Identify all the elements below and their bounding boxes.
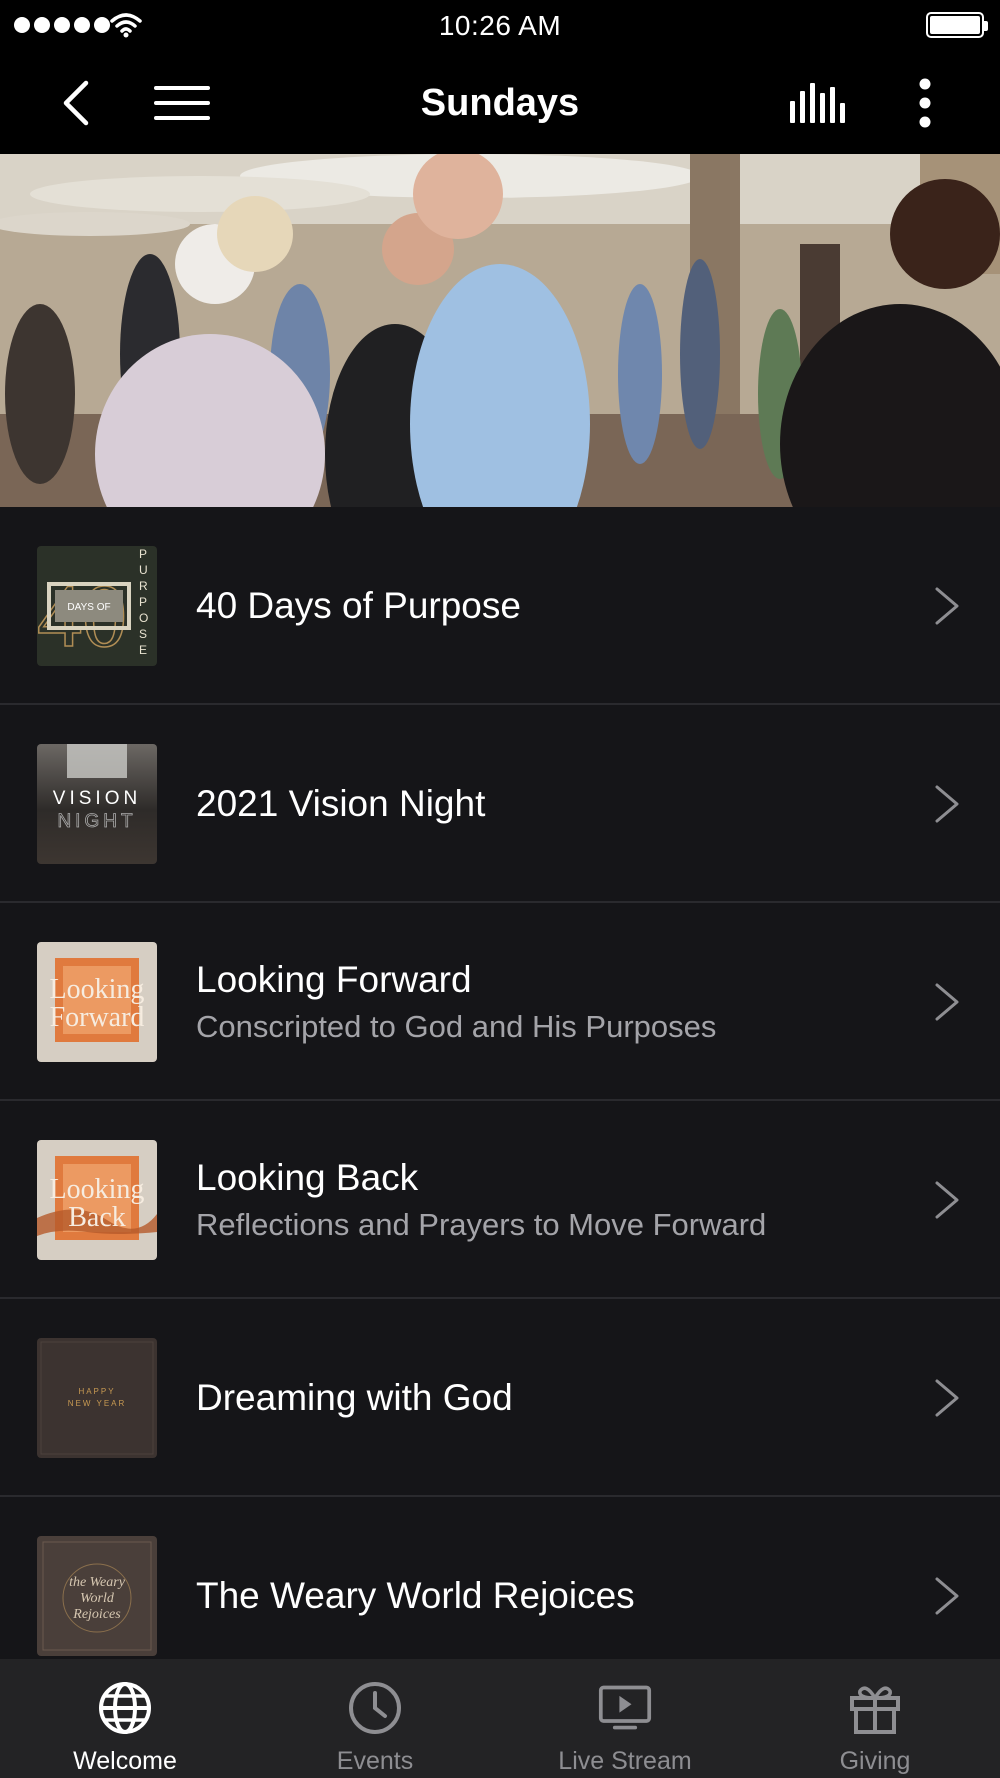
svg-text:Forward: Forward [50, 1002, 145, 1033]
hero-image [0, 154, 1000, 507]
battery-icon [926, 12, 988, 38]
list-item[interactable]: Looking Forward Looking Forward Conscrip… [0, 903, 1000, 1101]
list-item-title: 2021 Vision Night [196, 783, 486, 824]
svg-text:Looking: Looking [50, 1174, 145, 1205]
svg-text:DAYS OF: DAYS OF [67, 602, 110, 613]
series-thumbnail: Looking Back [37, 1140, 157, 1260]
vertical-ellipsis-icon [919, 78, 931, 128]
svg-text:Looking: Looking [50, 974, 145, 1005]
list-item-title: Looking Back [196, 1157, 419, 1198]
status-time: 10:26 AM [438, 10, 562, 41]
tab-giving[interactable]: Giving [750, 1659, 1000, 1778]
more-options-button[interactable] [890, 52, 960, 154]
tab-label: Live Stream [558, 1747, 692, 1775]
navigation-bar: Sundays [0, 52, 1000, 154]
series-thumbnail: the Weary World Rejoices [37, 1536, 157, 1656]
tab-label: Welcome [73, 1747, 177, 1775]
list-item-title: 40 Days of Purpose [196, 585, 521, 626]
chevron-right-icon [935, 1379, 959, 1417]
tab-label: Events [336, 1747, 414, 1775]
gift-icon [848, 1681, 902, 1735]
hero-photo [0, 154, 1000, 507]
back-button[interactable] [40, 52, 110, 154]
tab-bar: Welcome Events Live Stream Giving [0, 1659, 1000, 1778]
clock-icon [348, 1681, 402, 1735]
audio-bars-icon [790, 83, 845, 123]
list-item-title: Looking Forward [196, 959, 472, 1000]
series-thumbnail: HAPPY NEW YEAR [37, 1338, 157, 1458]
page-title: Sundays [420, 82, 580, 124]
list-item-title: The Weary World Rejoices [196, 1575, 635, 1616]
status-bar: 10:26 AM [0, 0, 1000, 52]
series-thumbnail: 40 DAYS OF PURPOSE [37, 546, 157, 666]
svg-text:Rejoices: Rejoices [72, 1607, 121, 1622]
tab-live-stream[interactable]: Live Stream [500, 1659, 750, 1778]
list-item-subtitle: Reflections and Prayers to Move Forward [196, 1207, 767, 1242]
chevron-right-icon [935, 785, 959, 823]
list-item[interactable]: Looking Back Looking Back Reflections an… [0, 1101, 1000, 1299]
svg-text:HAPPY: HAPPY [78, 1387, 115, 1396]
svg-text:Back: Back [68, 1202, 126, 1233]
chevron-left-icon [63, 80, 89, 126]
hamburger-menu-icon [154, 86, 210, 120]
list-item[interactable]: the Weary World Rejoices The Weary World… [0, 1497, 1000, 1659]
series-list: 40 DAYS OF PURPOSE 40 Days of Purpose VI… [0, 507, 1000, 1659]
list-item-subtitle: Conscripted to God and His Purposes [196, 1009, 717, 1044]
audio-levels-button[interactable] [780, 52, 856, 154]
play-screen-icon [598, 1681, 652, 1735]
chevron-right-icon [935, 587, 959, 625]
svg-text:NIGHT: NIGHT [57, 811, 136, 832]
list-item[interactable]: VISION NIGHT 2021 Vision Night [0, 705, 1000, 903]
chevron-right-icon [935, 1577, 959, 1615]
chevron-right-icon [935, 1181, 959, 1219]
thumb-vertical-text: PURPOSE [139, 547, 148, 657]
tab-label: Giving [839, 1747, 911, 1775]
tab-events[interactable]: Events [250, 1659, 500, 1778]
svg-text:VISION: VISION [53, 788, 141, 809]
svg-text:the Weary: the Weary [69, 1575, 126, 1590]
svg-text:World: World [80, 1591, 115, 1606]
list-item-title: Dreaming with God [196, 1377, 513, 1418]
globe-icon [98, 1681, 152, 1735]
tab-welcome[interactable]: Welcome [0, 1659, 250, 1778]
menu-button[interactable] [142, 52, 222, 154]
list-item[interactable]: HAPPY NEW YEAR Dreaming with God [0, 1299, 1000, 1497]
series-thumbnail: VISION NIGHT [37, 744, 157, 864]
chevron-right-icon [935, 983, 959, 1021]
list-item[interactable]: 40 DAYS OF PURPOSE 40 Days of Purpose [0, 507, 1000, 705]
series-thumbnail: Looking Forward [37, 942, 157, 1062]
svg-text:NEW YEAR: NEW YEAR [68, 1399, 127, 1408]
